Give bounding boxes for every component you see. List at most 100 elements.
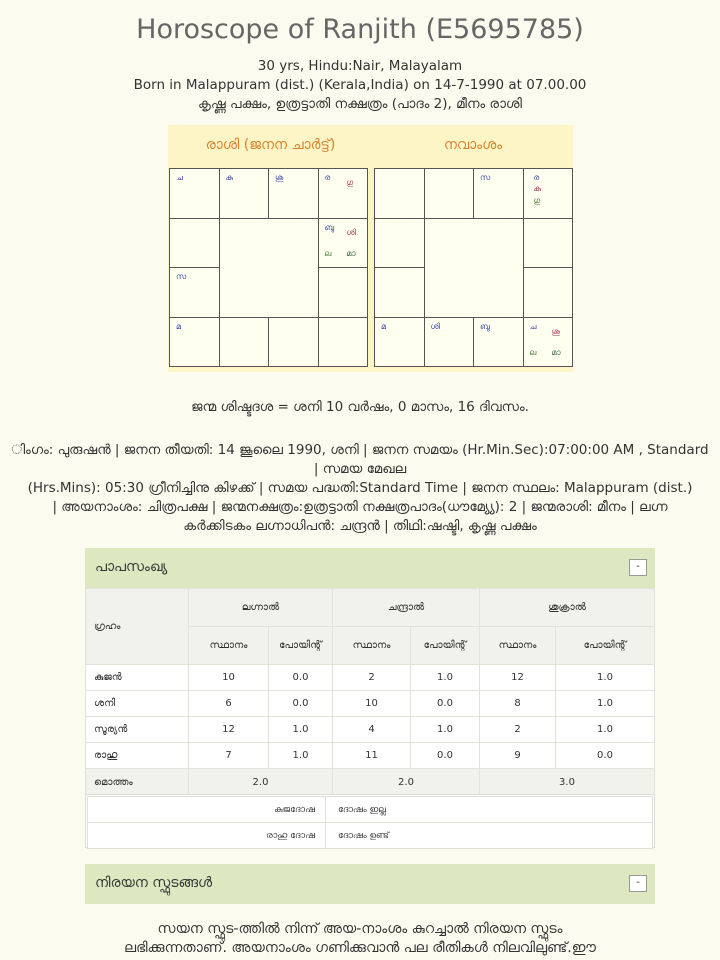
table-cell: 9 bbox=[479, 742, 556, 769]
table-cell: 0.0 bbox=[410, 690, 480, 717]
group-header: ലഗ്നാൽ bbox=[188, 588, 333, 627]
planet-label: മ bbox=[381, 321, 387, 331]
table-cell: 0.0 bbox=[268, 690, 333, 717]
total-cell: 2.0 bbox=[332, 768, 480, 797]
chart-center bbox=[218, 217, 319, 318]
table-cell: 11 bbox=[332, 742, 411, 769]
sub-header: പോയിന്റ് bbox=[268, 626, 333, 665]
house-cell bbox=[374, 168, 425, 219]
house-cell: മ bbox=[374, 316, 425, 367]
total-row: മൊത്തം 2.0 2.0 3.0 bbox=[85, 768, 655, 797]
table-row: ശനി 6 0.0 10 0.0 8 1.0 bbox=[85, 690, 655, 717]
house-cell bbox=[169, 217, 220, 268]
planet-label: ര bbox=[533, 173, 540, 182]
house-cell bbox=[522, 217, 573, 268]
chart-center bbox=[423, 217, 524, 318]
table-cell: 1.0 bbox=[555, 716, 655, 743]
planet-label: മ bbox=[176, 321, 182, 331]
group-header: ചന്ദ്രാൽ bbox=[332, 588, 480, 627]
total-cell: 2.0 bbox=[188, 768, 333, 797]
navamsa-chart: സ ര കു ഗു മ ശി ബു ച ശു ല മാ bbox=[374, 168, 573, 367]
nirayana-panel-title: നിരയന സ്ഫുടങ്ങൾ bbox=[95, 875, 213, 891]
table-cell: 2 bbox=[332, 664, 411, 691]
planet-label: ഗു bbox=[346, 178, 354, 187]
dosha-row: കുജദോഷ ദോഷം ഇല്ല bbox=[87, 796, 653, 823]
house-cell: കു bbox=[218, 168, 269, 219]
details-line: | സമയ മേഖല bbox=[313, 461, 407, 477]
planet-label: ശി bbox=[430, 321, 441, 331]
collapse-toggle-button[interactable]: - bbox=[629, 875, 647, 892]
planet-label: ഗു bbox=[533, 196, 541, 205]
house-cell bbox=[374, 217, 425, 268]
planet-name: സൂര്യൻ bbox=[85, 716, 189, 743]
planet-label: ബു bbox=[480, 321, 490, 331]
planet-label: ബു bbox=[324, 222, 335, 232]
sub-header: പോയിന്റ് bbox=[555, 626, 655, 665]
details-line: ിംഗം: പുരുഷൻ | ജനന തീയതി: 14 ജൂലൈ 1990, … bbox=[11, 442, 709, 458]
planet-name: കുജൻ bbox=[85, 664, 189, 691]
details-line: | അയനാംശം: ചിത്രപക്ഷ | ജന്മനക്ഷത്രം:ഉത്ര… bbox=[52, 499, 668, 515]
planet-label: കു bbox=[225, 173, 234, 182]
table-cell: 10 bbox=[332, 690, 411, 717]
planet-label: കു bbox=[533, 184, 542, 193]
navamsa-chart-title: നവാംശം bbox=[443, 137, 503, 153]
table-cell: 1.0 bbox=[555, 690, 655, 717]
house-cell bbox=[374, 267, 425, 318]
nirayana-text: സയന സ്ഫുട-ത്തിൽ നിന്ന് അയ-നാംശം കുറച്ചാൽ… bbox=[157, 921, 563, 937]
group-header: ശുക്രാൽ bbox=[479, 588, 655, 627]
papa-panel-title: പാപസംഖ്യ bbox=[95, 559, 168, 575]
total-cell: 3.0 bbox=[479, 768, 655, 797]
house-cell: ര ഗു bbox=[317, 168, 368, 219]
nirayana-text: ലഭിക്കുന്നതാണ്. അയനാംശം ഗണിക്കുവാൻ പല രീ… bbox=[124, 940, 596, 956]
house-cell bbox=[522, 267, 573, 318]
planet-name: ശനി bbox=[85, 690, 189, 717]
house-cell: ച bbox=[169, 168, 220, 219]
star-info: കൃഷ്ണ പക്ഷം, ഉത്രട്ടാതി നക്ഷത്രം (പാദം 2… bbox=[198, 96, 522, 112]
table-cell: 0.0 bbox=[555, 742, 655, 769]
birth-info: Born in Malappuram (dist.) (Kerala,India… bbox=[133, 77, 587, 93]
sub-header: സ്ഥാനം bbox=[332, 626, 411, 665]
page-title: Horoscope of Ranjith (E5695785) bbox=[136, 14, 584, 45]
house-cell: ബു bbox=[473, 316, 524, 367]
table-row: രാഹു 7 1.0 11 0.0 9 0.0 bbox=[85, 742, 655, 769]
table-cell: 4 bbox=[332, 716, 411, 743]
table-row: സൂര്യൻ 12 1.0 4 1.0 2 1.0 bbox=[85, 716, 655, 743]
house-cell: സ bbox=[473, 168, 524, 219]
sub-header: സ്ഥാനം bbox=[479, 626, 556, 665]
collapse-toggle-button[interactable]: - bbox=[629, 559, 647, 576]
dosha-name: രാഹു ദോഷ bbox=[87, 822, 326, 849]
house-cell: സ bbox=[169, 267, 220, 318]
dosha-value: ദോഷം ഉണ്ട് bbox=[325, 822, 653, 849]
table-cell: 1.0 bbox=[268, 716, 333, 743]
papa-table: ഗ്രഹം ലഗ്നാൽ ചന്ദ്രാൽ ശുക്രാൽ സ്ഥാനം പോയ… bbox=[85, 588, 655, 797]
house-cell: മ bbox=[169, 316, 220, 367]
details-line: (Hrs.Mins): 05:30 ഗ്രീനിച്ചിനു കിഴക്ക് |… bbox=[27, 480, 693, 496]
dosha-table: കുജദോഷ ദോഷം ഇല്ല രാഹു ദോഷ ദോഷം ഉണ്ട് bbox=[87, 796, 653, 849]
table-cell: 0.0 bbox=[268, 664, 333, 691]
house-cell bbox=[317, 316, 368, 367]
planet-label: ശു bbox=[275, 173, 284, 182]
planet-label: ച bbox=[529, 321, 537, 331]
sub-header: പോയിന്റ് bbox=[410, 626, 480, 665]
papa-panel-header[interactable]: പാപസംഖ്യ - bbox=[85, 548, 655, 588]
table-cell: 12 bbox=[479, 664, 556, 691]
age-info: 30 yrs, Hindu:Nair, Malayalam bbox=[257, 58, 463, 74]
nirayana-panel-header[interactable]: നിരയന സ്ഫുടങ്ങൾ - bbox=[85, 864, 655, 904]
table-cell: 0.0 bbox=[410, 742, 480, 769]
house-cell: ച ശു ല മാ bbox=[522, 316, 573, 367]
table-cell: 1.0 bbox=[410, 716, 480, 743]
table-cell: 6 bbox=[188, 690, 269, 717]
col-graham: ഗ്രഹം bbox=[85, 588, 189, 665]
planet-label: മാ bbox=[346, 248, 356, 258]
dosha-row: രാഹു ദോഷ ദോഷം ഉണ്ട് bbox=[87, 822, 653, 849]
planet-label: മാ bbox=[551, 347, 561, 357]
dosha-name: കുജദോഷ bbox=[87, 796, 326, 823]
details-line: കർക്കിടകം ലഗ്നാധിപൻ: ചന്ദ്രൻ | തിഥി:ഷഷ്ട… bbox=[183, 518, 537, 534]
table-cell: 1.0 bbox=[410, 664, 480, 691]
table-cell: 10 bbox=[188, 664, 269, 691]
sub-header: സ്ഥാനം bbox=[188, 626, 269, 665]
planet-label: ച bbox=[176, 173, 183, 182]
table-cell: 7 bbox=[188, 742, 269, 769]
planet-label: ശി bbox=[346, 227, 357, 237]
table-cell: 8 bbox=[479, 690, 556, 717]
